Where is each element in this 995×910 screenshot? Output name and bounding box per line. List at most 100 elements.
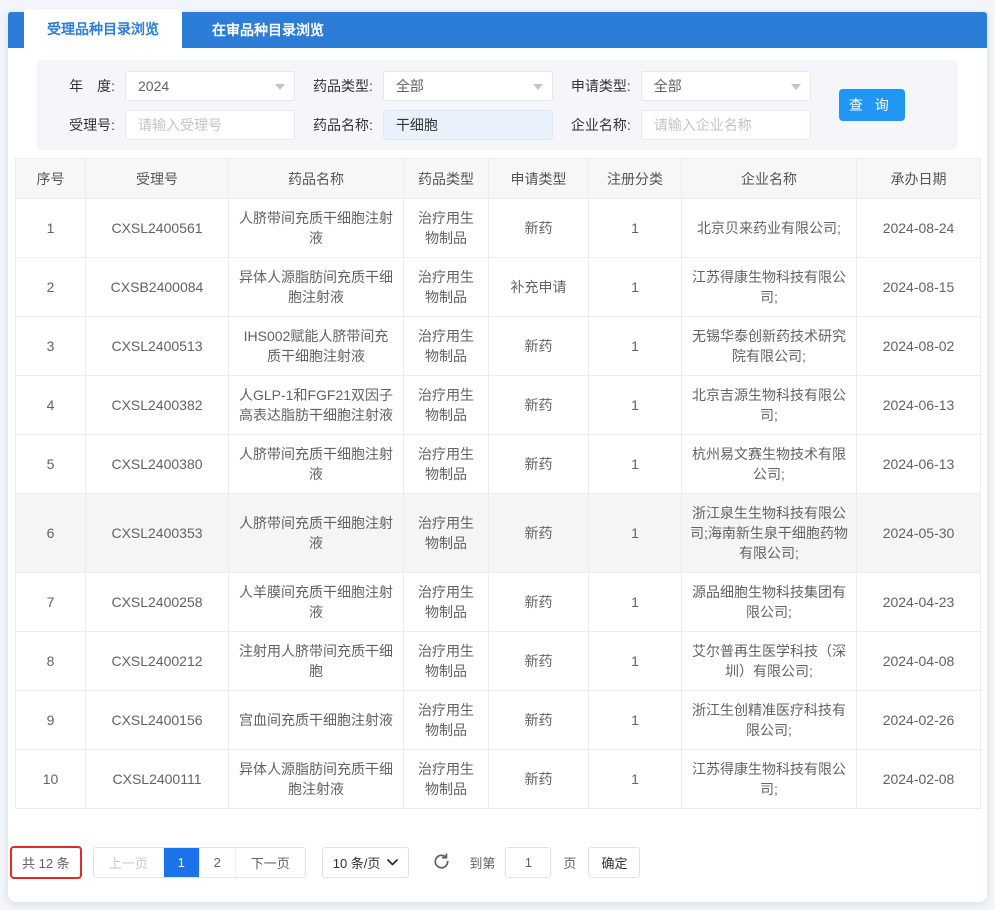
- table-cell: 2024-08-15: [857, 258, 981, 317]
- search-button[interactable]: 查 询: [839, 89, 905, 121]
- confirm-button[interactable]: 确定: [588, 847, 640, 878]
- page-size-select[interactable]: 10 条/页: [322, 847, 410, 878]
- table-cell: 北京吉源生物科技有限公司;: [682, 376, 857, 435]
- table-cell: 治疗用生物制品: [404, 573, 489, 632]
- table-cell: 1: [589, 317, 682, 376]
- table-row: 7CXSL2400258人羊膜间充质干细胞注射液治疗用生物制品新药1源品细胞生物…: [16, 573, 981, 632]
- table-cell: 4: [16, 376, 86, 435]
- table-cell: 新药: [489, 750, 589, 809]
- table-cell: 治疗用生物制品: [404, 199, 489, 258]
- table-cell: 治疗用生物制品: [404, 258, 489, 317]
- total-count-annotation: 共 12 条: [10, 846, 82, 879]
- year-select-value[interactable]: 2024: [125, 71, 295, 101]
- company-name-input[interactable]: [641, 110, 811, 140]
- accept-no-label: 受理号:: [55, 115, 125, 135]
- table-cell: 浙江泉生生物科技有限公司;海南新生泉干细胞药物有限公司;: [682, 494, 857, 573]
- table-cell: 艾尔普再生医学科技（深圳）有限公司;: [682, 632, 857, 691]
- table-cell: 1: [589, 199, 682, 258]
- table-header-row: 序号 受理号 药品名称 药品类型 申请类型 注册分类 企业名称 承办日期: [16, 159, 981, 199]
- next-page-button[interactable]: 下一页: [235, 848, 305, 877]
- header-date: 承办日期: [857, 159, 981, 199]
- table-cell: 1: [589, 376, 682, 435]
- table-cell: 2024-08-24: [857, 199, 981, 258]
- goto-prefix-label: 到第: [469, 853, 495, 872]
- table-row: 9CXSL2400156宫血间充质干细胞注射液治疗用生物制品新药1浙江生创精准医…: [16, 691, 981, 750]
- tab-under-review-catalog[interactable]: 在审品种目录浏览: [182, 12, 354, 48]
- table-cell: 7: [16, 573, 86, 632]
- chevron-down-icon: [791, 84, 801, 90]
- table-cell: 治疗用生物制品: [404, 750, 489, 809]
- pager-group: 上一页 1 2 下一页: [93, 847, 306, 878]
- header-seq: 序号: [16, 159, 86, 199]
- tab-accepted-catalog[interactable]: 受理品种目录浏览: [24, 9, 182, 48]
- header-drug-type: 药品类型: [404, 159, 489, 199]
- table-cell: 人脐带间充质干细胞注射液: [229, 199, 404, 258]
- year-select[interactable]: 2024: [125, 71, 295, 101]
- refresh-icon: [432, 852, 451, 871]
- apply-type-label: 申请类型:: [553, 76, 641, 96]
- total-count-label: 共 12 条: [22, 853, 70, 872]
- table-cell: 北京贝来药业有限公司;: [682, 199, 857, 258]
- table-cell: 1: [589, 750, 682, 809]
- table-cell: 9: [16, 691, 86, 750]
- table-cell: CXSL2400156: [86, 691, 229, 750]
- table-cell: 无锡华泰创新药技术研究院有限公司;: [682, 317, 857, 376]
- table-row: 5CXSL2400380人脐带间充质干细胞注射液治疗用生物制品新药1杭州易文赛生…: [16, 435, 981, 494]
- table-cell: 1: [589, 258, 682, 317]
- table-cell: 江苏得康生物科技有限公司;: [682, 258, 857, 317]
- table-cell: 人GLP-1和FGF21双因子高表达脂肪干细胞注射液: [229, 376, 404, 435]
- table-cell: 2024-06-13: [857, 376, 981, 435]
- table-cell: 2024-05-30: [857, 494, 981, 573]
- table-cell: 1: [589, 494, 682, 573]
- table-cell: 治疗用生物制品: [404, 494, 489, 573]
- goto-suffix-label: 页: [563, 853, 576, 872]
- page-size-value: 10 条/页: [333, 853, 381, 872]
- table-cell: 治疗用生物制品: [404, 632, 489, 691]
- table-cell: CXSL2400561: [86, 199, 229, 258]
- header-drug-name: 药品名称: [229, 159, 404, 199]
- table-row: 10CXSL2400111异体人源脂肪间充质干细胞注射液治疗用生物制品新药1江苏…: [16, 750, 981, 809]
- accept-no-input[interactable]: [125, 110, 295, 140]
- table-cell: 异体人源脂肪间充质干细胞注射液: [229, 750, 404, 809]
- drug-name-label: 药品名称:: [295, 115, 383, 135]
- table-cell: CXSL2400513: [86, 317, 229, 376]
- table-cell: 6: [16, 494, 86, 573]
- table-cell: 人脐带间充质干细胞注射液: [229, 435, 404, 494]
- table-cell: CXSL2400111: [86, 750, 229, 809]
- filter-panel: 年 度: 2024 药品类型: 全部 申请类型: 全部 受理号: 药品名称:: [37, 60, 958, 150]
- table-cell: 新药: [489, 199, 589, 258]
- prev-page-button[interactable]: 上一页: [94, 848, 163, 877]
- refresh-button[interactable]: [431, 852, 451, 872]
- drug-type-select[interactable]: 全部: [383, 71, 553, 101]
- table-cell: 杭州易文赛生物技术有限公司;: [682, 435, 857, 494]
- table-cell: 人羊膜间充质干细胞注射液: [229, 573, 404, 632]
- drug-type-select-value[interactable]: 全部: [383, 71, 553, 101]
- company-name-label: 企业名称:: [553, 115, 641, 135]
- header-accept-no: 受理号: [86, 159, 229, 199]
- page-button-1[interactable]: 1: [163, 848, 199, 877]
- table-cell: 1: [589, 691, 682, 750]
- page-button-2[interactable]: 2: [199, 848, 235, 877]
- apply-type-select[interactable]: 全部: [641, 71, 811, 101]
- table-cell: 2: [16, 258, 86, 317]
- table-row: 2CXSB2400084异体人源脂肪间充质干细胞注射液治疗用生物制品补充申请1江…: [16, 258, 981, 317]
- table-row: 1CXSL2400561人脐带间充质干细胞注射液治疗用生物制品新药1北京贝来药业…: [16, 199, 981, 258]
- table-cell: 1: [589, 435, 682, 494]
- table-cell: CXSL2400258: [86, 573, 229, 632]
- table-cell: 2024-08-02: [857, 317, 981, 376]
- table-cell: 2024-02-26: [857, 691, 981, 750]
- table-cell: IHS002赋能人脐带间充质干细胞注射液: [229, 317, 404, 376]
- apply-type-select-value[interactable]: 全部: [641, 71, 811, 101]
- table-cell: 新药: [489, 494, 589, 573]
- table-cell: 2024-06-13: [857, 435, 981, 494]
- table-cell: 新药: [489, 691, 589, 750]
- table-cell: 10: [16, 750, 86, 809]
- table-cell: 治疗用生物制品: [404, 317, 489, 376]
- table-cell: 新药: [489, 376, 589, 435]
- tab-bar: 受理品种目录浏览 在审品种目录浏览: [8, 12, 987, 48]
- goto-page-input[interactable]: [505, 847, 551, 878]
- table-cell: 异体人源脂肪间充质干细胞注射液: [229, 258, 404, 317]
- year-label: 年 度:: [55, 76, 125, 96]
- drug-name-input[interactable]: [383, 110, 553, 140]
- table-cell: 1: [16, 199, 86, 258]
